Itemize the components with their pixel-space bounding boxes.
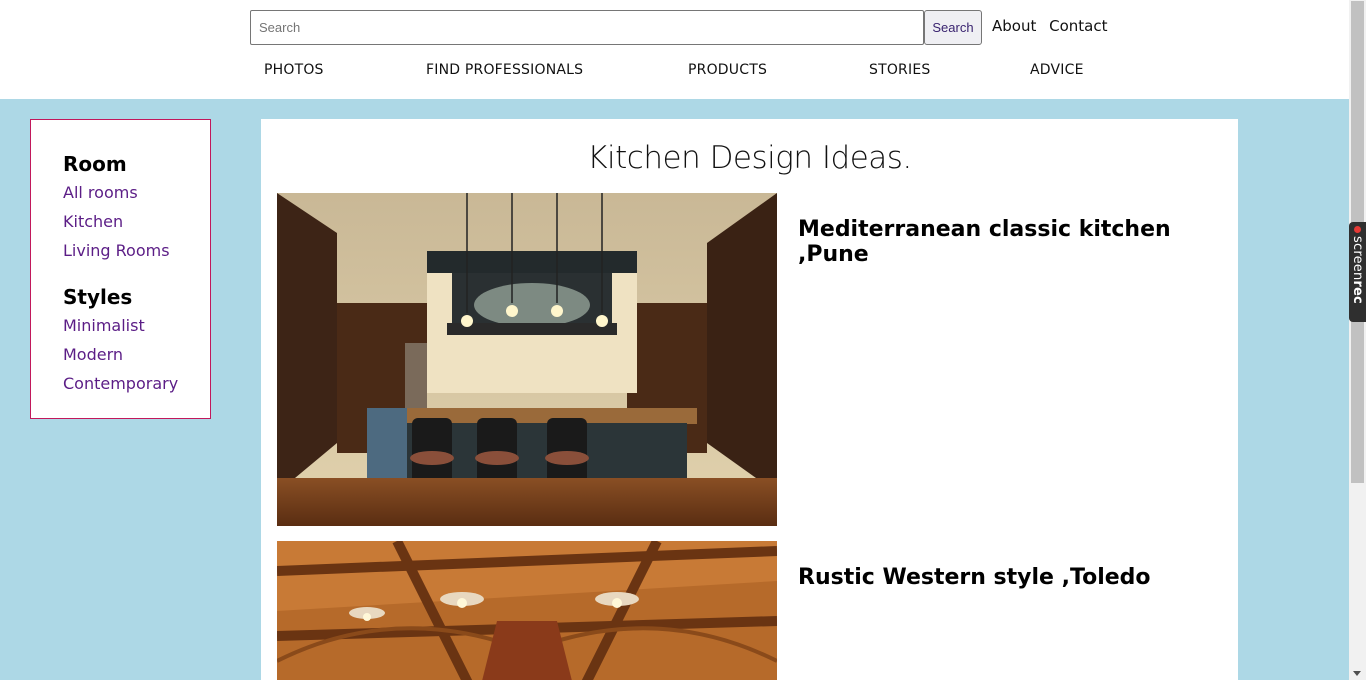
about-link[interactable]: About [992, 17, 1036, 35]
top-links: About Contact [992, 17, 1116, 35]
sidebar-item-living-rooms[interactable]: Living Rooms [63, 242, 210, 271]
sidebar-item-all-rooms[interactable]: All rooms [63, 184, 210, 213]
kitchen-photo-image [277, 193, 777, 526]
room-heading: Room [63, 152, 127, 176]
page-scrollbar[interactable] [1349, 0, 1366, 680]
scroll-down-icon[interactable] [1353, 671, 1361, 676]
kitchen-photo-1[interactable] [277, 193, 777, 526]
sidebar-item-modern[interactable]: Modern [63, 346, 210, 375]
nav-products[interactable]: PRODUCTS [688, 62, 767, 78]
record-dot-icon [1354, 226, 1361, 233]
styles-heading: Styles [63, 285, 133, 309]
nav-advice[interactable]: ADVICE [1030, 62, 1084, 78]
search-button[interactable]: Search [924, 10, 982, 45]
sidebar-item-contemporary[interactable]: Contemporary [63, 375, 210, 404]
card-title-1[interactable]: Mediterranean classic kitchen ,Pune [798, 217, 1238, 267]
screen-recorder-tab[interactable]: screenrec [1349, 222, 1366, 322]
search-input[interactable] [250, 10, 924, 45]
sidebar-item-minimalist[interactable]: Minimalist [63, 317, 210, 346]
main-nav: PHOTOS FIND PROFESSIONALS PRODUCTS STORI… [0, 62, 1349, 86]
nav-find-professionals[interactable]: FIND PROFESSIONALS [426, 62, 583, 78]
card-title-2[interactable]: Rustic Western style ,Toledo [798, 565, 1151, 590]
nav-photos[interactable]: PHOTOS [264, 62, 324, 78]
main-content: Kitchen Design Ideas. Mediterranean clas… [261, 119, 1238, 680]
kitchen-photo-image [277, 541, 777, 680]
sidebar-item-kitchen[interactable]: Kitchen [63, 213, 210, 242]
contact-link[interactable]: Contact [1049, 17, 1107, 35]
site-header: Search About Contact PHOTOS FIND PROFESS… [0, 0, 1349, 99]
kitchen-photo-2[interactable] [277, 541, 777, 680]
recorder-label: screenrec [1350, 236, 1365, 304]
filter-sidebar: Room All rooms Kitchen Living Rooms Styl… [30, 119, 211, 419]
nav-stories[interactable]: STORIES [869, 62, 930, 78]
page-title: Kitchen Design Ideas. [587, 140, 912, 176]
